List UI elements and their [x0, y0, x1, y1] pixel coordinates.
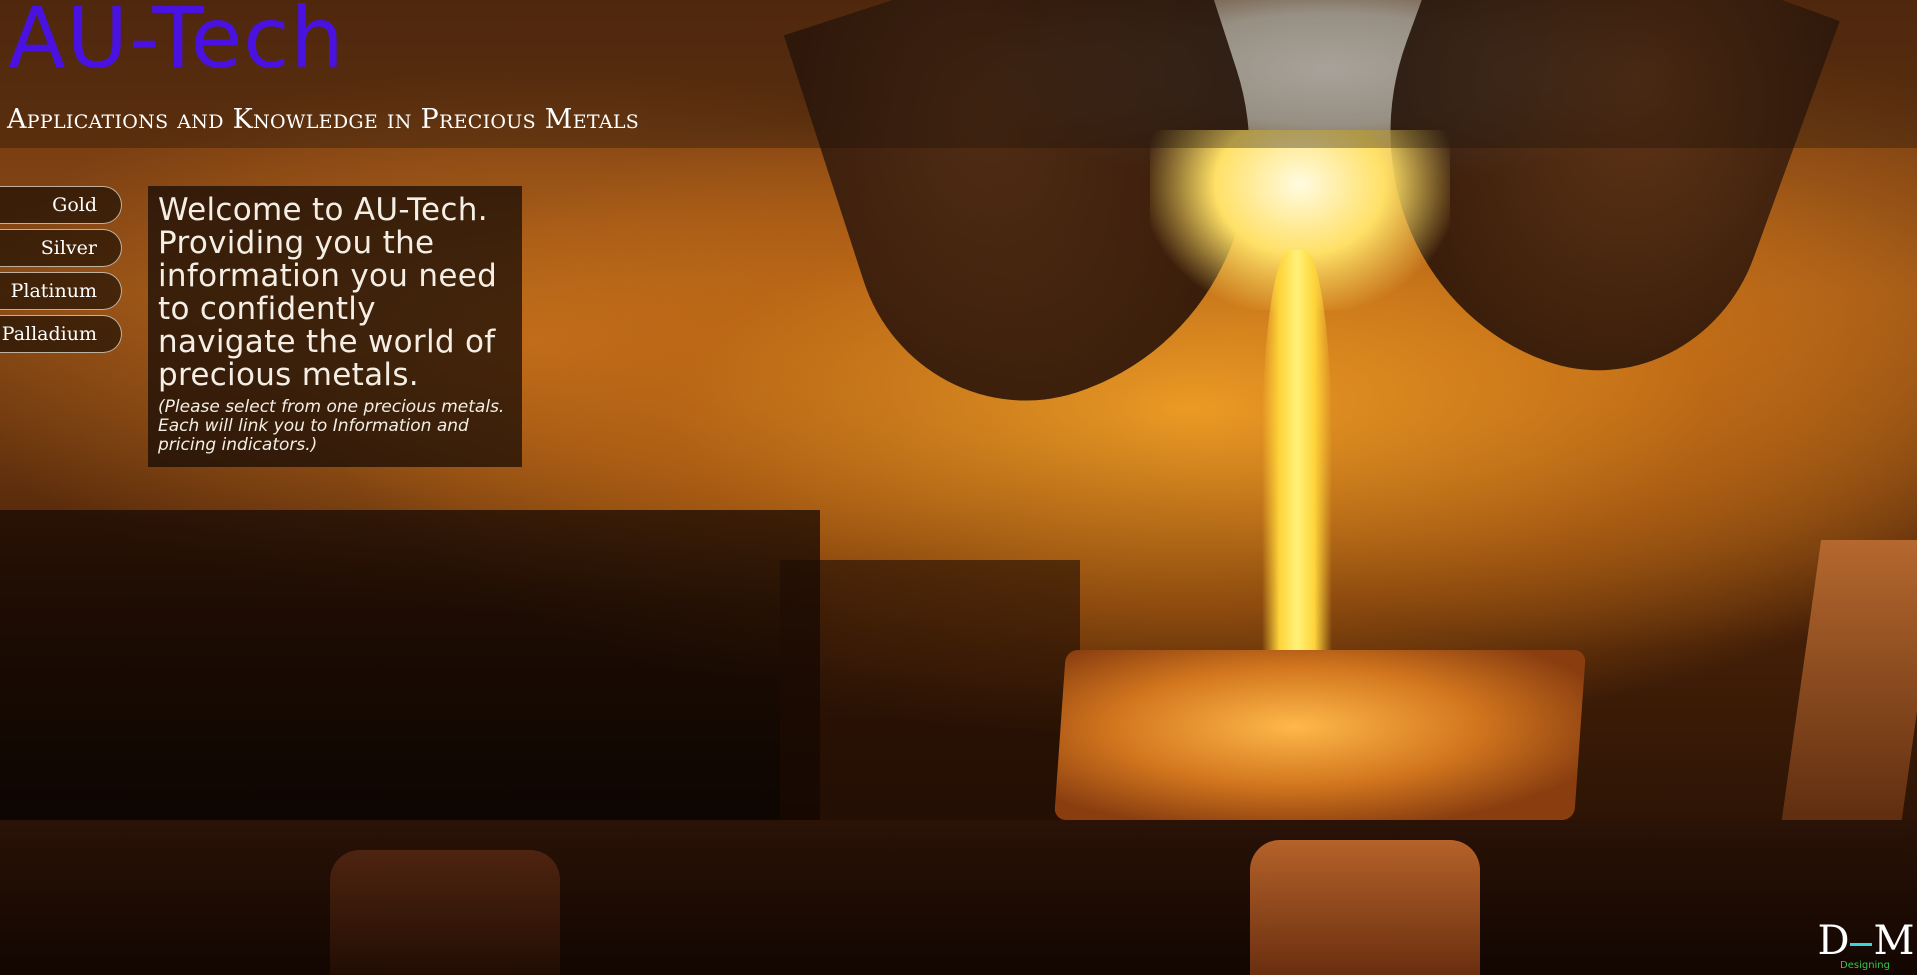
background-floor [0, 820, 1917, 975]
background-molds-left [0, 510, 820, 850]
logo-bar [1849, 942, 1872, 946]
background-ingot-mold [1054, 650, 1586, 820]
site-tagline: Applications and Knowledge in Precious M… [7, 104, 640, 135]
nav-item-platinum[interactable]: Platinum [0, 272, 122, 310]
welcome-panel: Welcome to AU-Tech. Providing you the in… [148, 186, 522, 467]
welcome-note: (Please select from one precious metals.… [158, 397, 505, 455]
designer-logo[interactable]: DM Designing [1817, 918, 1914, 973]
metal-nav: Gold Silver Platinum Palladium [0, 186, 126, 358]
background-molds-mid [780, 560, 1080, 860]
nav-item-silver[interactable]: Silver [0, 229, 122, 267]
welcome-heading: Welcome to AU-Tech. Providing you the in… [158, 192, 498, 393]
nav-item-palladium[interactable]: Palladium [0, 315, 122, 353]
site-header: AU-Tech Applications and Knowledge in Pr… [0, 0, 1917, 148]
logo-mark: DM [1817, 918, 1914, 964]
background-floor-highlight [1250, 840, 1480, 975]
background-floor-shadow [330, 850, 560, 975]
nav-item-gold[interactable]: Gold [0, 186, 122, 224]
site-title[interactable]: AU-Tech [8, 0, 345, 82]
